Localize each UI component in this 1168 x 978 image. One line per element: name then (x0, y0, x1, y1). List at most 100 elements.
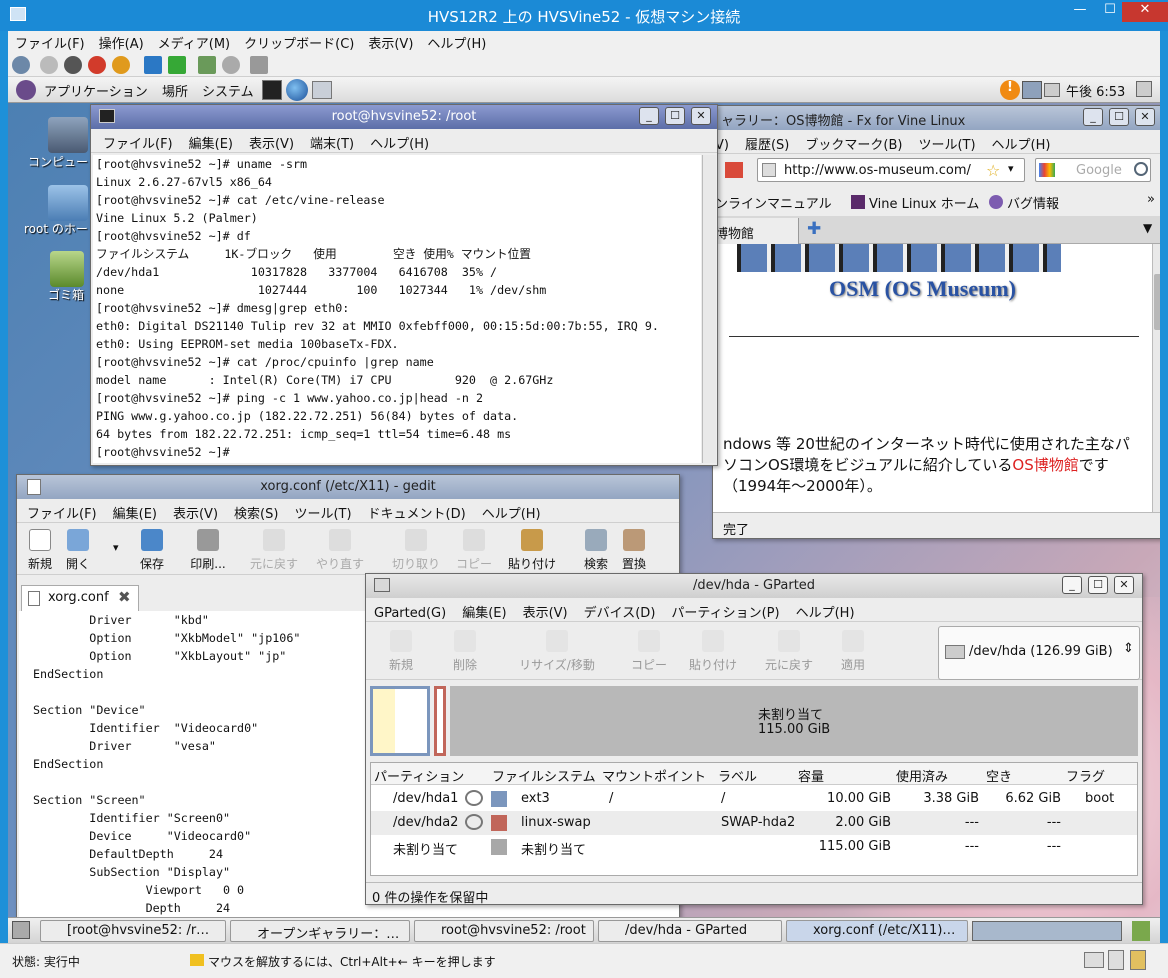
gparted-maximize-button[interactable]: ☐ (1088, 576, 1108, 594)
firefox-close-button[interactable]: ✕ (1135, 108, 1155, 126)
turnoff-icon[interactable] (64, 56, 82, 74)
copy-icon[interactable] (463, 529, 485, 551)
ff-menu-help[interactable]: ヘルプ(H) (984, 130, 1059, 153)
find-icon[interactable] (585, 529, 607, 551)
trash-icon[interactable] (50, 251, 84, 287)
term-menu-view[interactable]: 表示(V) (241, 129, 302, 152)
applications-menu[interactable]: アプリケーション (44, 81, 148, 100)
terminal-output[interactable]: [root@hvsvine52 ~]# uname -srm Linux 2.6.… (93, 155, 701, 463)
close-button[interactable]: ✕ (1122, 2, 1168, 22)
terminal-minimize-button[interactable]: _ (639, 107, 659, 125)
pause-icon[interactable] (144, 56, 162, 74)
gedit-menu-search[interactable]: 検索(S) (226, 499, 286, 522)
google-icon[interactable] (1039, 163, 1055, 177)
terminal-scrollbar[interactable] (702, 155, 716, 463)
ff-menu-bookmarks[interactable]: ブックマーク(B) (797, 130, 910, 153)
menu-help[interactable]: ヘルプ(H) (420, 31, 493, 54)
gp-delete-button[interactable]: 削除 (435, 656, 495, 673)
cut-button[interactable]: 切り取り (386, 555, 446, 572)
gp-menu-gparted[interactable]: GParted(G) (366, 602, 454, 621)
term-menu-edit[interactable]: 編集(E) (181, 129, 241, 152)
dropdown-icon[interactable]: ▾ (1008, 162, 1014, 175)
mail-launcher-icon[interactable] (312, 81, 332, 99)
keyboard-icon[interactable] (1044, 83, 1060, 97)
print-icon[interactable] (197, 529, 219, 551)
firefox-minimize-button[interactable]: _ (1083, 108, 1103, 126)
paste-button[interactable]: 貼り付け (502, 555, 562, 572)
bookmarks-overflow-icon[interactable]: » (1147, 192, 1155, 207)
gp-delete-icon[interactable] (454, 630, 476, 652)
panel-applet-icon[interactable] (1136, 81, 1152, 97)
bookmark-manual[interactable]: ンラインマニュアル (715, 193, 832, 212)
computer-icon[interactable] (48, 117, 88, 153)
gp-menu-help[interactable]: ヘルプ(H) (788, 598, 863, 621)
task-terminal-2[interactable]: root@hvsvine52: /root (414, 920, 594, 942)
print-button[interactable]: 印刷... (178, 555, 238, 572)
column-header[interactable]: ファイルシステム (492, 766, 596, 785)
gedit-menu-help[interactable]: ヘルプ(H) (474, 499, 549, 522)
gedit-menu-document[interactable]: ドキュメント(D) (360, 499, 474, 522)
gp-copy-button[interactable]: コピー (619, 656, 679, 673)
hda1-block[interactable] (370, 686, 430, 756)
workspace-switcher[interactable] (972, 921, 1122, 941)
gp-copy-icon[interactable] (638, 630, 660, 652)
tab-list-icon[interactable]: ▼ (1143, 221, 1152, 235)
search-box[interactable]: Google (1035, 158, 1151, 182)
gp-new-icon[interactable] (390, 630, 412, 652)
undo-button[interactable]: 元に戻す (244, 555, 304, 572)
term-menu-file[interactable]: ファイル(F) (91, 129, 181, 152)
start-icon[interactable] (40, 56, 58, 74)
star-icon[interactable]: ☆ (986, 161, 1000, 180)
gp-menu-edit[interactable]: 編集(E) (454, 598, 514, 621)
gp-resize-button[interactable]: リサイズ/移動 (512, 656, 602, 673)
open-button[interactable]: 開く (48, 555, 108, 572)
replace-button[interactable]: 置換 (604, 555, 664, 572)
table-row[interactable]: /dev/hda2 linux-swap SWAP-hda2 2.00 GiB --- -… (371, 811, 1137, 835)
term-menu-terminal[interactable]: 端末(T) (302, 129, 362, 152)
gp-undo-button[interactable]: 元に戻す (759, 656, 819, 673)
gp-paste-icon[interactable] (702, 630, 724, 652)
gp-menu-partition[interactable]: パーティション(P) (663, 598, 787, 621)
gedit-menu-tools[interactable]: ツール(T) (286, 499, 359, 522)
column-header[interactable]: ラベル (718, 766, 757, 785)
gedit-document-tab[interactable]: xorg.conf ✖ (21, 585, 139, 611)
copy-button[interactable]: コピー (444, 555, 504, 572)
gp-apply-button[interactable]: 適用 (823, 656, 883, 673)
resume-icon[interactable] (168, 56, 186, 74)
maximize-button[interactable]: ☐ (1096, 2, 1124, 22)
column-header[interactable]: 空き (986, 766, 1012, 785)
show-desktop-icon[interactable] (12, 921, 30, 939)
magnifier-icon[interactable] (1134, 162, 1148, 176)
terminal-launcher-icon[interactable] (262, 80, 282, 100)
task-gedit[interactable]: xorg.conf (/etc/X11)… (786, 920, 968, 942)
bookmark-bugs[interactable]: バグ情報 (1007, 193, 1059, 212)
page-scrollbar[interactable] (1152, 244, 1160, 512)
menu-media[interactable]: メディア(M) (151, 31, 237, 54)
checkpoint-icon[interactable] (198, 56, 216, 74)
save-icon[interactable] (141, 529, 163, 551)
panel-clock[interactable]: 午後 6:53 (1066, 81, 1125, 100)
minimize-button[interactable]: — (1066, 2, 1094, 22)
hda2-block[interactable] (434, 686, 446, 756)
gp-paste-button[interactable]: 貼り付け (683, 656, 743, 673)
tab-close-icon[interactable]: ✖ (118, 588, 131, 606)
task-firefox[interactable]: オープンギャラリー：… (230, 920, 410, 942)
gedit-menu-file[interactable]: ファイル(F) (17, 499, 105, 522)
unallocated-block[interactable]: 未割り当て 115.00 GiB (450, 686, 1138, 756)
table-row[interactable]: 未割り当て 未割り当て 115.00 GiB --- --- (371, 835, 1137, 859)
terminal-close-button[interactable]: ✕ (691, 107, 711, 125)
term-menu-help[interactable]: ヘルプ(H) (362, 129, 437, 152)
new-file-icon[interactable] (29, 529, 51, 551)
task-terminal-1[interactable]: [root@hvsvine52: /r… (40, 920, 226, 942)
gp-undo-icon[interactable] (778, 630, 800, 652)
update-alert-icon[interactable]: ! (1000, 80, 1020, 100)
menu-file[interactable]: ファイル(F) (8, 31, 92, 54)
system-menu[interactable]: システム (202, 81, 254, 100)
open-folder-icon[interactable] (67, 529, 89, 551)
menu-action[interactable]: 操作(A) (92, 31, 151, 54)
firefox-maximize-button[interactable]: ☐ (1109, 108, 1129, 126)
column-header[interactable]: 容量 (798, 766, 824, 785)
gparted-minimize-button[interactable]: _ (1062, 576, 1082, 594)
home-icon[interactable] (725, 162, 743, 178)
ctrl-alt-del-icon[interactable] (12, 56, 30, 74)
